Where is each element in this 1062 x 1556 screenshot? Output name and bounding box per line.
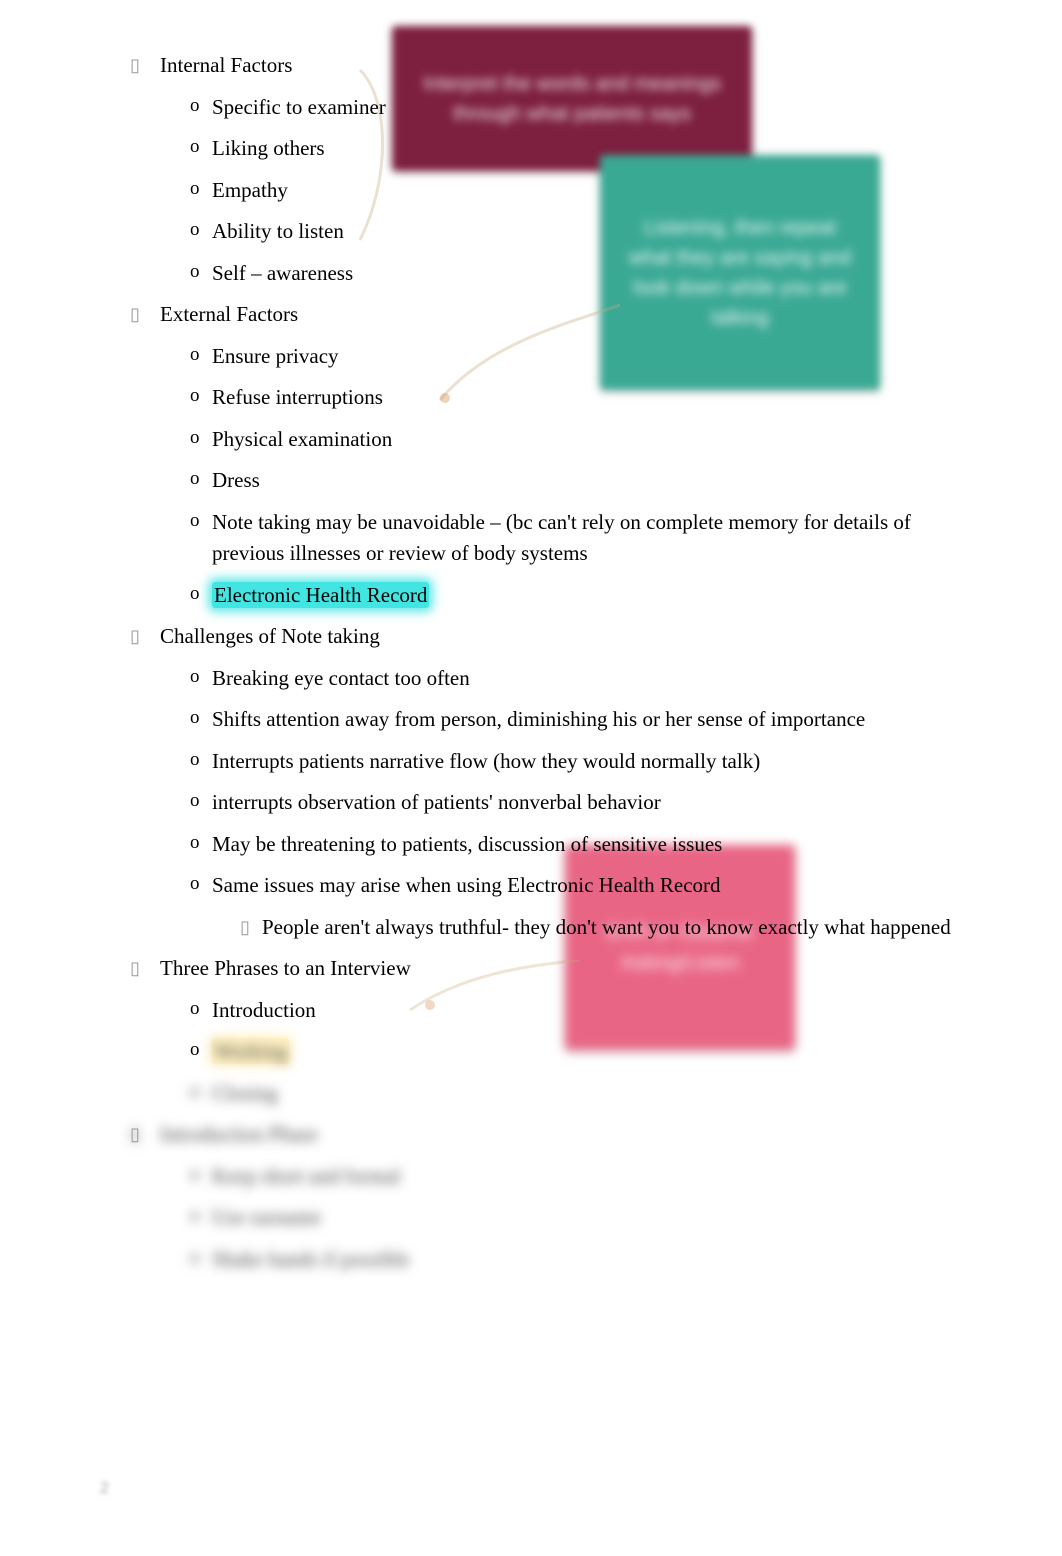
list-item: oSame issues may arise when using Electr… [190, 870, 1062, 902]
circle-bullet-icon: o [190, 663, 200, 692]
section-challenges: ▯ Challenges of Note taking [130, 621, 1062, 653]
bullet-icon: ▯ [130, 1121, 140, 1148]
page-number: 2 [100, 1477, 109, 1501]
list-item: oBreaking eye contact too often [190, 663, 1062, 695]
circle-bullet-icon: o [190, 424, 200, 453]
list-item: o Working [190, 1036, 1062, 1068]
bullet-icon: ▯ [130, 52, 140, 79]
circle-bullet-icon: o [190, 92, 200, 121]
section-intro-phase: ▯ Introduction Phase [130, 1119, 1062, 1151]
circle-bullet-icon: o [190, 341, 200, 370]
list-item: oClosing [190, 1078, 1062, 1110]
circle-bullet-icon: o [190, 1078, 200, 1107]
list-item: oEnsure privacy [190, 341, 1062, 373]
circle-bullet-icon: o [190, 258, 200, 287]
list-item: oAbility to listen [190, 216, 1062, 248]
list-item: oDress [190, 465, 1062, 497]
section-external-factors: ▯ External Factors [130, 299, 1062, 331]
list-item: oMay be threatening to patients, discuss… [190, 829, 1062, 861]
circle-bullet-icon: o [190, 787, 200, 816]
list-item: ointerrupts observation of patients' non… [190, 787, 1062, 819]
bullet-icon: ▯ [130, 301, 140, 328]
circle-bullet-icon: o [190, 216, 200, 245]
circle-bullet-icon: o [190, 1036, 200, 1065]
list-item: oSelf – awareness [190, 258, 1062, 290]
list-item: oLiking others [190, 133, 1062, 165]
circle-bullet-icon: o [190, 1161, 200, 1190]
list-item: oInterrupts patients narrative flow (how… [190, 746, 1062, 778]
bullet-icon: ▯ [130, 955, 140, 982]
list-item: oShifts attention away from person, dimi… [190, 704, 1062, 736]
list-item: oEmpathy [190, 175, 1062, 207]
list-item: oKeep short and formal [190, 1161, 1062, 1193]
section-title: Challenges of Note taking [160, 621, 1062, 653]
section-title: Three Phrases to an Interview [160, 953, 1062, 985]
list-item: o Electronic Health Record [190, 580, 1062, 612]
section-title: Internal Factors [160, 50, 1062, 82]
highlight-ehr: Electronic Health Record [212, 582, 429, 608]
circle-bullet-icon: o [190, 746, 200, 775]
section-internal-factors: ▯ Internal Factors [130, 50, 1062, 82]
circle-bullet-icon: o [190, 829, 200, 858]
list-item: oUse surname [190, 1202, 1062, 1234]
list-sub-item: ▯People aren't always truthful- they don… [240, 912, 1062, 944]
circle-bullet-icon: o [190, 382, 200, 411]
list-item: oSpecific to examiner [190, 92, 1062, 124]
circle-bullet-icon: o [190, 1244, 200, 1273]
section-title: External Factors [160, 299, 1062, 331]
circle-bullet-icon: o [190, 580, 200, 609]
circle-bullet-icon: o [190, 995, 200, 1024]
section-title: Introduction Phase [160, 1119, 1062, 1151]
list-item: oPhysical examination [190, 424, 1062, 456]
circle-bullet-icon: o [190, 704, 200, 733]
circle-bullet-icon: o [190, 465, 200, 494]
bullet-icon: ▯ [240, 914, 250, 941]
bullet-icon: ▯ [130, 623, 140, 650]
blurred-text: Working [212, 1038, 289, 1064]
list-item: oShake hands if possible [190, 1244, 1062, 1276]
circle-bullet-icon: o [190, 175, 200, 204]
circle-bullet-icon: o [190, 507, 200, 536]
section-three-phrases: ▯ Three Phrases to an Interview [130, 953, 1062, 985]
circle-bullet-icon: o [190, 870, 200, 899]
list-item: oNote taking may be unavoidable – (bc ca… [190, 507, 1062, 570]
list-item: oIntroduction [190, 995, 1062, 1027]
circle-bullet-icon: o [190, 133, 200, 162]
list-item: oRefuse interruptions [190, 382, 1062, 414]
circle-bullet-icon: o [190, 1202, 200, 1231]
